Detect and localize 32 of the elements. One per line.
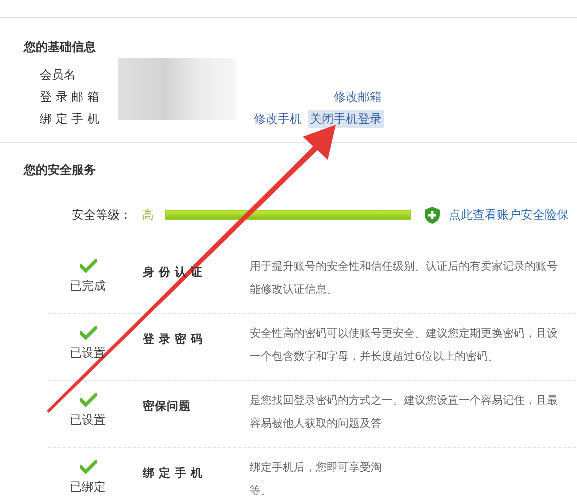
- description-text: 一个包含数字和字母，并长度超过6位以上的密码。: [250, 348, 500, 364]
- link[interactable]: 修改邮箱: [332, 88, 384, 106]
- status-text: 已完成: [70, 278, 106, 295]
- field-label: 登 录 邮 箱: [40, 89, 100, 106]
- item-name: 身 份 认 证: [143, 265, 204, 279]
- checkmark-icon: [80, 259, 96, 273]
- description-text: 能修改认证信息。: [250, 282, 339, 298]
- section-title: 您的安全服务: [24, 162, 97, 179]
- link[interactable]: 关闭手机登录: [308, 110, 384, 128]
- description-text: 等。: [250, 482, 273, 498]
- level-label: 安全等级：: [72, 207, 133, 224]
- item-name: 绑 定 手 机: [143, 466, 204, 480]
- checkmark-icon: [80, 393, 96, 407]
- checkmark-icon: [80, 326, 96, 340]
- item-name: 登 录 密 码: [143, 332, 204, 346]
- checkmark-icon: [80, 460, 96, 474]
- status-text: 已设置: [70, 345, 106, 362]
- insurance-link[interactable]: 点此查看账户安全险保: [449, 206, 569, 224]
- link[interactable]: 修改手机: [252, 110, 304, 128]
- description-text: 用于提升账号的安全性和信任级别。认证后的有卖家记录的账号: [250, 259, 558, 275]
- status-text: 已设置: [70, 412, 106, 429]
- shield-icon: [425, 206, 440, 224]
- description-text: 容易被他人获取的问题及答: [250, 416, 383, 432]
- level-text: 高: [142, 207, 155, 224]
- section-title: 您的基础信息: [24, 39, 97, 56]
- description-text: 是您找回登录密码的方式之一。建议您设置一个容易记住，且最: [250, 393, 558, 409]
- description-text: 安全性高的密码可以使账号更安全。建议您定期更换密码，且设: [250, 326, 558, 342]
- field-label: 绑 定 手 机: [40, 111, 100, 128]
- item-name: 密保问题: [143, 399, 191, 413]
- description-text: 绑定手机后，您即可享受淘: [250, 460, 382, 476]
- field-label: 会员名: [40, 67, 77, 84]
- status-text: 已绑定: [70, 479, 106, 496]
